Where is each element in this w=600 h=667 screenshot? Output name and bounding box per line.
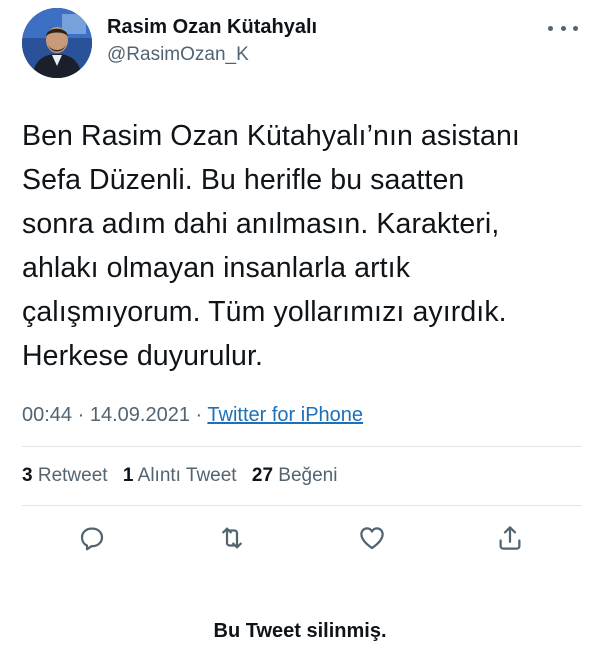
tweet-header: Rasim Ozan Kütahyalı @RasimOzan_K (22, 6, 582, 80)
tweet-actions (22, 520, 582, 560)
tweet-text-line: Herkese duyurulur. (22, 340, 264, 372)
user-info[interactable]: Rasim Ozan Kütahyalı @RasimOzan_K (107, 14, 317, 68)
meta-separator: · (195, 404, 203, 426)
avatar[interactable] (22, 8, 92, 78)
likes-count: 27 (251, 465, 274, 486)
likes-label: Beğeni (278, 465, 338, 486)
tweet-text-line: Ben Rasim Ozan Kütahyalı’nın asistanı (22, 120, 520, 152)
reply-icon (80, 527, 104, 551)
tweet-text-line: çalışmıyorum. Tüm yollarımızı ayırdık. (22, 296, 507, 328)
divider (22, 446, 582, 447)
quotes-label: Alıntı Tweet (137, 465, 237, 486)
quotes-stat[interactable]: 1 Alıntı Tweet (123, 465, 237, 486)
tweet-time[interactable]: 00:44 (22, 404, 72, 426)
more-dot-icon (548, 25, 553, 31)
tweet-source-link[interactable]: Twitter for iPhone (207, 404, 363, 426)
retweets-label: Retweet (37, 465, 108, 486)
tweet-text-line: Sefa Düzenli. Bu herifle bu saatten (22, 164, 465, 196)
tweet-date[interactable]: 14.09.2021 (90, 404, 190, 426)
likes-stat[interactable]: 27 Beğeni (252, 465, 338, 486)
share-button[interactable] (492, 520, 528, 556)
tweet-meta: 00:44 · 14.09.2021 · Twitter for iPhone (22, 401, 363, 429)
tweet-card: Rasim Ozan Kütahyalı @RasimOzan_K Ben Ra… (0, 0, 600, 667)
more-options-button[interactable] (548, 16, 578, 40)
divider (22, 505, 582, 506)
deleted-notice: Bu Tweet silinmiş. (213, 620, 387, 642)
heart-icon (360, 527, 384, 550)
tweet-stats: 3 Retweet 1 Alıntı Tweet 27 Beğeni (22, 462, 347, 490)
like-button[interactable] (354, 520, 390, 556)
display-name[interactable]: Rasim Ozan Kütahyalı (107, 14, 317, 40)
reply-button[interactable] (74, 520, 110, 556)
tweet-text-line: sonra adım dahi anılmasın. Karakteri, (22, 208, 500, 240)
more-dot-icon (560, 25, 566, 31)
tweet-text-line: ahlakı olmayan insanlarla artık (22, 252, 411, 284)
meta-separator: · (77, 404, 85, 426)
retweet-icon (222, 527, 242, 549)
retweet-button[interactable] (214, 520, 250, 556)
more-dot-icon (573, 25, 578, 31)
share-icon (499, 526, 521, 550)
quotes-count: 1 (122, 465, 134, 486)
retweets-stat[interactable]: 3 Retweet (22, 465, 108, 486)
user-handle[interactable]: @RasimOzan_K (107, 42, 317, 68)
tweet-text: Ben Rasim Ozan Kütahyalı’nın asistanı Se… (22, 114, 582, 378)
profile-photo-icon (22, 8, 92, 78)
retweets-count: 3 (22, 465, 33, 486)
